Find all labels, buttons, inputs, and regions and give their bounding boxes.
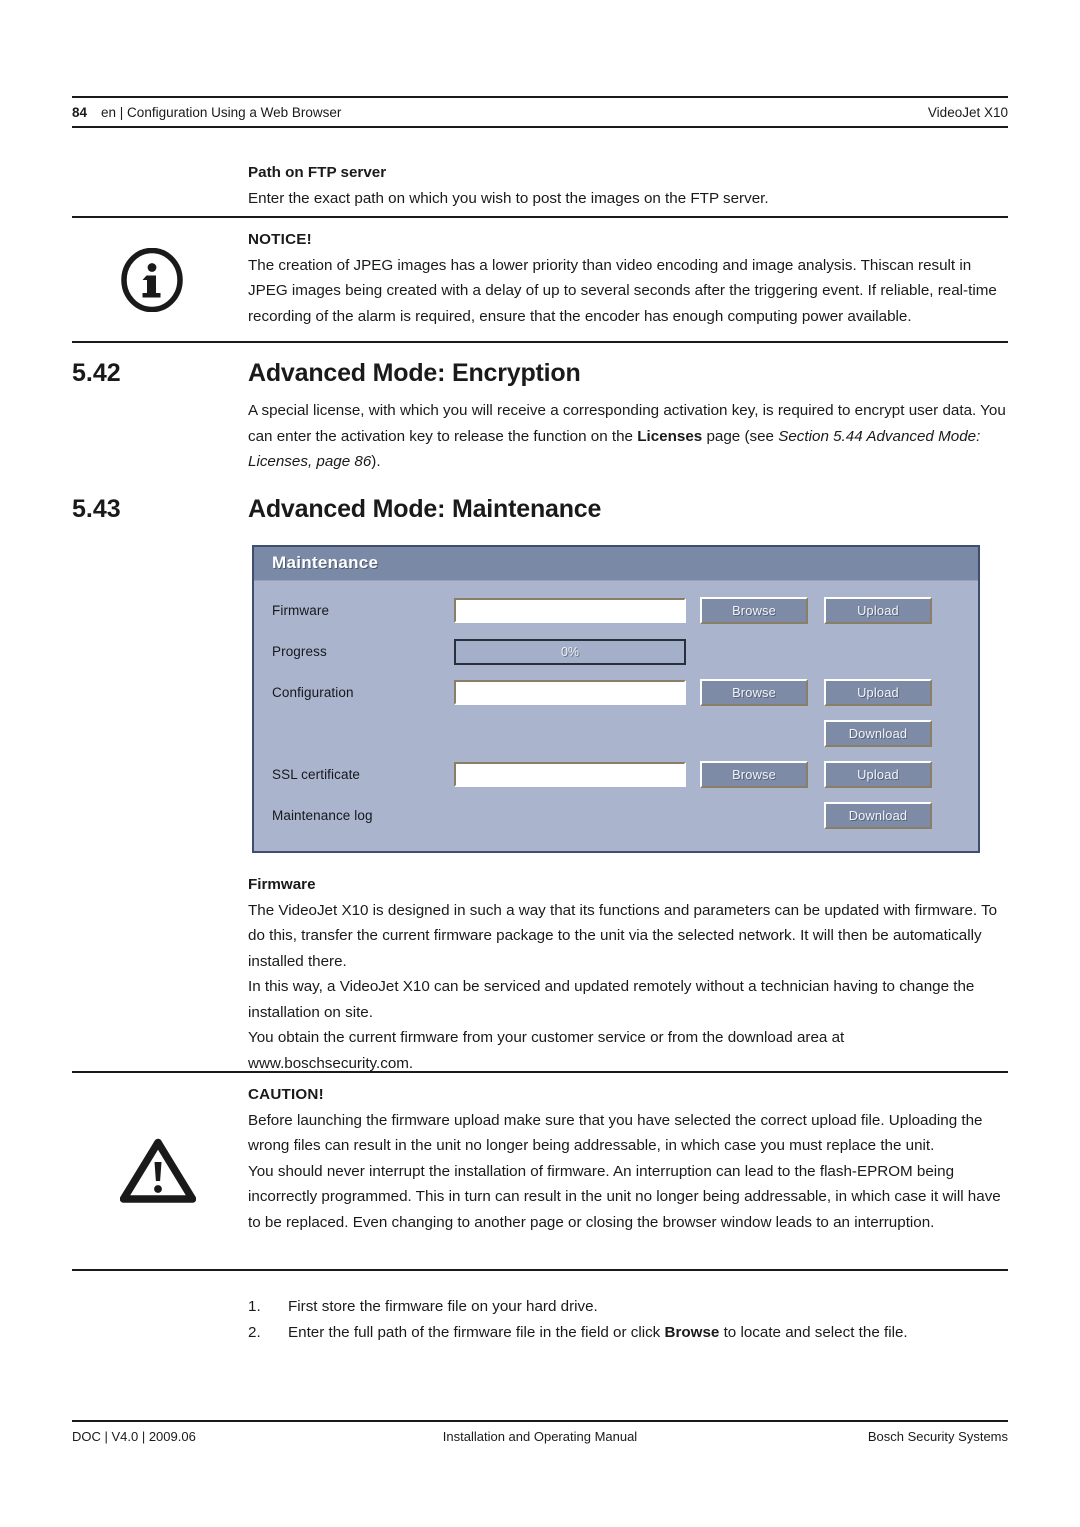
row-firmware: Firmware Browse Upload (254, 591, 964, 630)
label-configuration: Configuration (272, 685, 354, 700)
firmware-paragraph-1: The VideoJet X10 is designed in such a w… (248, 901, 998, 970)
configuration-upload-button[interactable]: Upload (824, 679, 932, 706)
step-text-1: First store the firmware file on your ha… (288, 1298, 598, 1315)
row-maintenance-log: Maintenance log Download (254, 796, 964, 835)
step-text-2-part1: Enter the full path of the firmware file… (288, 1323, 665, 1341)
page-number: 84 (72, 104, 88, 120)
list-item: 1. First store the firmware file on your… (248, 1294, 1008, 1320)
firmware-heading: Firmware (248, 876, 316, 893)
label-maintenance-log: Maintenance log (272, 808, 373, 823)
licenses-bold-term: Licenses (637, 427, 703, 445)
maintenance-window: Maintenance Firmware Browse Upload Progr… (252, 545, 980, 853)
maintenance-window-title: Maintenance (254, 547, 978, 581)
info-circle-icon (120, 247, 184, 312)
firmware-paragraph-2: In this way, a VideoJet X10 can be servi… (248, 978, 975, 1021)
footer-manual-title: Installation and Operating Manual (442, 1429, 638, 1444)
section-title-encryption: Advanced Mode: Encryption (248, 359, 581, 387)
section-number-5-42: 5.42 (72, 359, 121, 387)
list-item: 2. Enter the full path of the firmware f… (248, 1320, 1008, 1346)
browse-bold-term: Browse (664, 1323, 720, 1341)
maintenance-ui-screenshot: Maintenance Firmware Browse Upload Progr… (248, 541, 984, 857)
firmware-upload-button[interactable]: Upload (824, 597, 932, 624)
configuration-browse-button[interactable]: Browse (700, 679, 808, 706)
footer-doc-version: DOC | V4.0 | 2009.06 (72, 1429, 196, 1444)
warning-triangle-icon (120, 1137, 196, 1205)
step-marker-1: 1. (248, 1298, 261, 1315)
header-chapter-title: en | Configuration Using a Web Browser (101, 104, 342, 120)
caution-admonition: CAUTION! Before launching the firmware u… (72, 1071, 1008, 1271)
encryption-text-3: ). (371, 453, 381, 470)
notice-paragraph: The creation of JPEG images has a lower … (248, 256, 997, 325)
page-running-header: 84 en | Configuration Using a Web Browse… (72, 96, 1008, 128)
notice-title: NOTICE! (248, 231, 312, 248)
ftp-path-heading: Path on FTP server (248, 164, 387, 181)
caution-paragraph-2: You should never interrupt the installat… (248, 1162, 1001, 1231)
encryption-paragraph: A special license, with which you will r… (248, 398, 1008, 475)
row-configuration-download: Download (254, 714, 964, 753)
label-firmware: Firmware (272, 603, 330, 618)
firmware-block: Firmware The VideoJet X10 is designed in… (248, 872, 1008, 1076)
section-number-5-43: 5.43 (72, 495, 121, 523)
manual-page: 84 en | Configuration Using a Web Browse… (0, 0, 1080, 1527)
row-progress: Progress 0% (254, 632, 964, 671)
ssl-certificate-file-input[interactable] (454, 762, 686, 787)
caution-paragraph-1: Before launching the firmware upload mak… (248, 1111, 983, 1155)
ssl-certificate-upload-button[interactable]: Upload (824, 761, 932, 788)
caution-title: CAUTION! (248, 1086, 324, 1103)
section-title-maintenance: Advanced Mode: Maintenance (248, 495, 602, 523)
footer-company: Bosch Security Systems (867, 1429, 1008, 1444)
firmware-steps-list: 1. First store the firmware file on your… (248, 1294, 1008, 1345)
step-text-2: Enter the full path of the firmware file… (288, 1320, 1008, 1346)
firmware-browse-button[interactable]: Browse (700, 597, 808, 624)
step-marker-2: 2. (248, 1323, 261, 1341)
progress-bar: 0% (454, 638, 686, 665)
ftp-path-paragraph: Enter the exact path on which you wish t… (248, 189, 769, 207)
configuration-file-input[interactable] (454, 680, 686, 705)
ftp-path-block: Path on FTP server Enter the exact path … (248, 160, 1008, 211)
page-footer: DOC | V4.0 | 2009.06 Installation and Op… (72, 1420, 1008, 1444)
row-ssl-certificate: SSL certificate Browse Upload (254, 755, 964, 794)
firmware-file-input[interactable] (454, 598, 686, 623)
maintenance-form: Firmware Browse Upload Progress 0% Confi… (254, 581, 978, 851)
row-configuration: Configuration Browse Upload (254, 673, 964, 712)
firmware-paragraph-3: You obtain the current firmware from you… (248, 1029, 845, 1072)
encryption-text-2: page (see (702, 427, 779, 445)
notice-admonition: NOTICE! The creation of JPEG images has … (72, 216, 1008, 343)
header-product-name: VideoJet X10 (927, 104, 1008, 120)
step-text-2-part2: to locate and select the file. (719, 1323, 908, 1341)
label-ssl-certificate: SSL certificate (272, 767, 361, 782)
configuration-download-button[interactable]: Download (824, 720, 932, 747)
ssl-certificate-browse-button[interactable]: Browse (700, 761, 808, 788)
maintenance-log-download-button[interactable]: Download (824, 802, 932, 829)
label-progress: Progress (272, 644, 327, 659)
